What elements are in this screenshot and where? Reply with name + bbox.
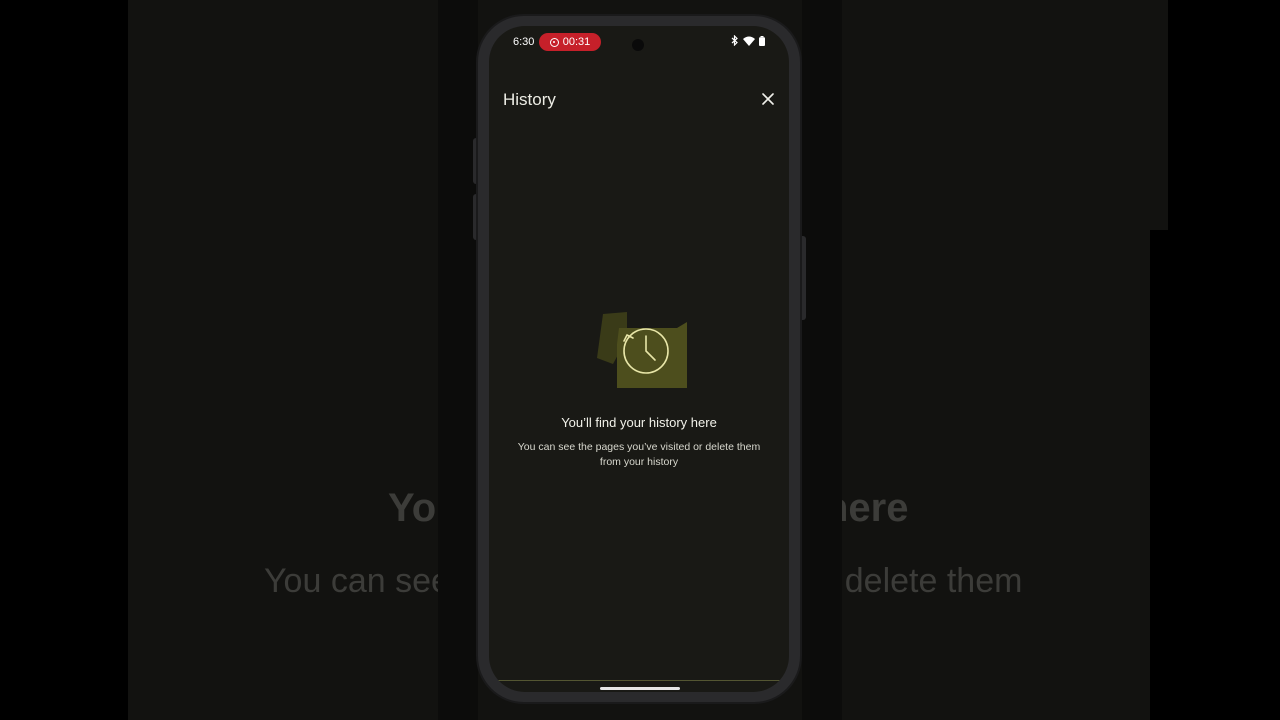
- empty-state-description: You can see the pages you’ve visited or …: [517, 441, 761, 468]
- backdrop-desc-left: You can see: [264, 562, 450, 600]
- close-button[interactable]: [757, 88, 779, 110]
- screen-recording-chip[interactable]: 00:31: [539, 33, 601, 51]
- status-time: 6:30: [513, 36, 535, 48]
- app-bar: History: [489, 76, 789, 122]
- backdrop-notch: [1150, 230, 1168, 720]
- backdrop-strip-left: [438, 0, 478, 720]
- recording-time: 00:31: [562, 36, 591, 48]
- phone-power-button: [799, 236, 806, 320]
- status-bar: 6:30 00:31: [489, 26, 789, 56]
- bluetooth-icon: [731, 35, 738, 46]
- page-title: History: [503, 90, 556, 109]
- backdrop-strip-right: [802, 0, 842, 720]
- phone-screen: 6:30 00:31 History You’ll find your hist…: [489, 26, 789, 692]
- wifi-icon: [743, 36, 755, 46]
- battery-icon: [759, 35, 765, 46]
- record-icon: [549, 37, 559, 47]
- history-clock-icon: [597, 312, 687, 388]
- phone-frame: 6:30 00:31 History You’ll find your hist…: [478, 16, 800, 702]
- status-icons: [731, 35, 765, 46]
- close-icon: [762, 93, 774, 105]
- gesture-navigation-handle[interactable]: [600, 687, 680, 690]
- backdrop-desc-right: r delete them: [824, 562, 1023, 600]
- empty-state-heading: You’ll find your history here: [561, 415, 717, 430]
- bottom-divider: [489, 680, 789, 681]
- front-camera: [632, 39, 644, 51]
